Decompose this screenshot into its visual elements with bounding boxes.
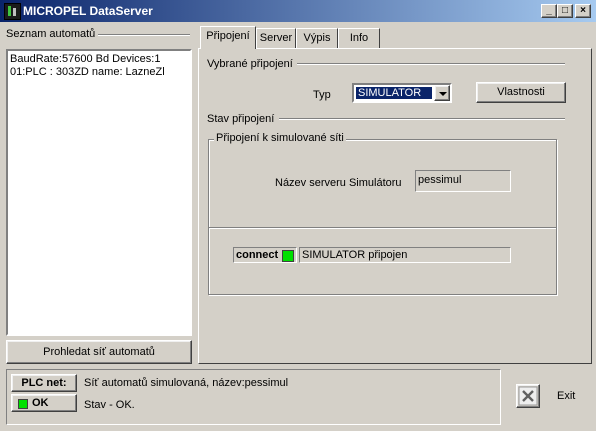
maximize-button[interactable]: □ bbox=[557, 4, 573, 18]
chevron-down-icon bbox=[439, 92, 447, 96]
tab-server[interactable]: Server bbox=[256, 28, 296, 48]
tab-output[interactable]: Výpis bbox=[296, 28, 338, 48]
tab-connection[interactable]: Připojení bbox=[200, 26, 256, 49]
type-select[interactable]: SIMULATOR bbox=[352, 83, 452, 103]
close-button[interactable]: × bbox=[575, 4, 591, 18]
connect-label: connect bbox=[236, 249, 279, 261]
dropdown-arrow-button[interactable] bbox=[434, 85, 450, 101]
window-title: MICROPEL DataServer bbox=[23, 4, 153, 18]
connect-status-field: SIMULATOR připojen bbox=[299, 247, 511, 263]
selected-connection-title: Vybrané připojení bbox=[207, 58, 293, 70]
server-name-label: Název serveru Simulátoru bbox=[275, 177, 402, 189]
simulated-network-group: Název serveru Simulátoru pessimul connec… bbox=[208, 139, 557, 295]
simulated-network-group-title: Připojení k simulované síti bbox=[214, 132, 346, 144]
group-divider bbox=[209, 227, 556, 229]
tab-panel: Vybrané připojení Typ SIMULATOR Vlastnos… bbox=[198, 48, 592, 364]
title-divider bbox=[98, 34, 190, 36]
status-panel: PLC net: OK Síť automatů simulovaná, náz… bbox=[6, 369, 501, 425]
device-list-title: Seznam automatů bbox=[6, 28, 96, 40]
connect-light bbox=[282, 250, 294, 262]
connection-status-title: Stav připojení bbox=[207, 113, 275, 125]
ok-indicator: OK bbox=[11, 394, 77, 412]
server-name-field[interactable]: pessimul bbox=[415, 170, 511, 192]
status-message: Síť automatů simulovaná, název:pessimul bbox=[84, 377, 289, 389]
tab-info[interactable]: Info bbox=[338, 28, 380, 48]
list-item[interactable]: BaudRate:57600 Bd Devices:1 bbox=[10, 53, 188, 66]
properties-button[interactable]: Vlastnosti bbox=[476, 82, 566, 103]
type-select-value: SIMULATOR bbox=[356, 87, 432, 99]
type-label: Typ bbox=[313, 89, 331, 101]
app-icon bbox=[4, 3, 21, 20]
section-divider bbox=[297, 63, 565, 65]
section-divider bbox=[279, 118, 565, 120]
close-x-icon bbox=[518, 386, 538, 406]
exit-button[interactable] bbox=[516, 384, 540, 408]
connect-indicator: connect bbox=[233, 247, 297, 263]
minimize-button[interactable]: _ bbox=[541, 4, 557, 18]
list-item[interactable]: 01:PLC : 303ZD name: LazneZl bbox=[10, 66, 188, 79]
plc-net-label: PLC net: bbox=[11, 374, 77, 392]
ok-label: OK bbox=[32, 397, 49, 409]
status-light bbox=[18, 399, 28, 409]
search-network-button[interactable]: Prohledat síť automatů bbox=[6, 340, 192, 364]
device-list[interactable]: BaudRate:57600 Bd Devices:1 01:PLC : 303… bbox=[6, 49, 192, 336]
exit-label[interactable]: Exit bbox=[557, 390, 575, 402]
title-bar[interactable]: MICROPEL DataServer _ □ × bbox=[0, 0, 596, 22]
status-state: Stav - OK. bbox=[84, 399, 135, 411]
